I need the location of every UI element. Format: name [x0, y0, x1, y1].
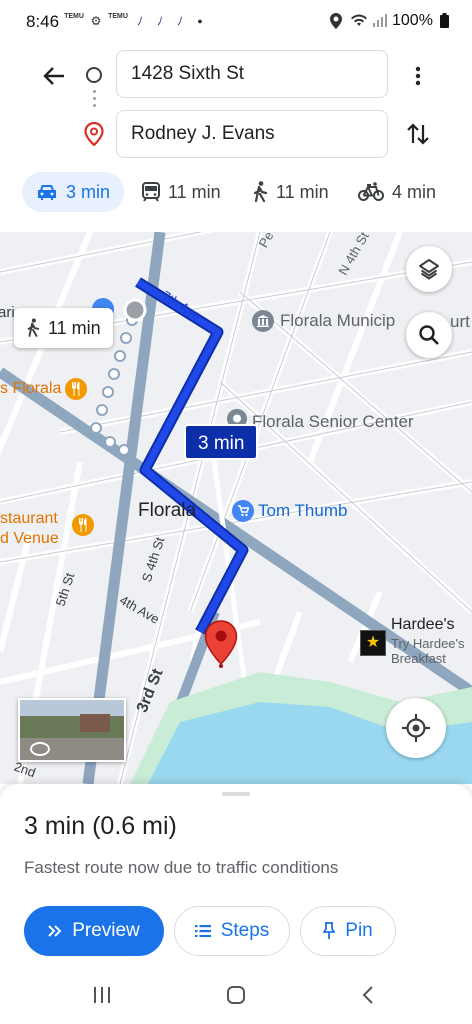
status-time: 8:46	[26, 12, 60, 31]
poi-restaurant-venue[interactable]: staurant d Venue	[0, 510, 59, 548]
swap-button[interactable]	[402, 118, 434, 150]
route-time: 3 min	[24, 812, 86, 840]
mode-cycling-label: 4 min	[392, 182, 437, 202]
origin-input[interactable]: 1428 Sixth St	[116, 50, 388, 98]
origin-dot-icon	[86, 67, 102, 83]
signal-icon	[372, 13, 388, 29]
back-nav-button[interactable]	[348, 980, 388, 1010]
sheet-drag-handle[interactable]	[222, 792, 250, 796]
directions-header: 1428 Sixth St Rodney J. Evans 3 min 11 m…	[0, 44, 472, 232]
town-label-florala: Florala	[138, 500, 197, 521]
wifi-icon	[350, 13, 367, 29]
list-icon	[194, 925, 211, 937]
more-notifications-icon: ●	[197, 16, 203, 26]
double-chevron-icon	[48, 925, 62, 937]
walk-icon	[253, 181, 268, 203]
kite-notification-icon: ﾉ	[136, 14, 143, 28]
route-summary-title: 3 min (0.6 mi)	[24, 812, 177, 841]
mode-cycling-chip[interactable]: 4 min	[358, 172, 436, 212]
pushpin-icon	[323, 922, 336, 939]
shopping-icon	[232, 500, 254, 522]
more-options-button[interactable]	[404, 62, 432, 90]
swap-vert-icon	[407, 123, 429, 145]
search-along-route-button[interactable]	[406, 312, 452, 358]
my-location-icon	[402, 714, 430, 742]
back-button[interactable]	[38, 60, 70, 92]
transit-icon	[142, 182, 160, 202]
street-view-rotate-icon	[30, 742, 50, 756]
mode-driving-label: 3 min	[66, 182, 111, 202]
search-icon	[419, 325, 439, 345]
status-bar: 8:46 TEMU ⚙ TEMU ﾉ ﾉ ﾉ ● 100%	[0, 0, 472, 44]
map-view[interactable]: 7th Ave Pe N 4th St S 4th St 5th St 4th …	[0, 232, 472, 784]
walk-icon	[27, 318, 40, 337]
destination-marker-icon[interactable]	[204, 620, 238, 673]
poi-florala-municipal-tail: urt	[450, 312, 470, 331]
more-vert-icon	[415, 66, 421, 86]
layers-icon	[419, 259, 439, 280]
pin-button[interactable]: Pin	[300, 906, 396, 956]
route-connector-dots	[93, 90, 96, 93]
app-notification-icon: ⚙	[90, 14, 102, 28]
temu-notification-icon: TEMU	[64, 13, 84, 20]
preview-button[interactable]: Preview	[24, 906, 164, 956]
recenter-button[interactable]	[386, 698, 446, 758]
mode-walking-label: 11 min	[276, 182, 329, 202]
back-arrow-icon	[43, 67, 64, 85]
poi-tom-thumb[interactable]: Tom Thumb	[232, 500, 347, 522]
route-start-marker	[123, 298, 147, 322]
municipal-building-icon	[252, 310, 274, 332]
mode-transit-chip[interactable]: 11 min	[142, 172, 221, 212]
walking-duration-badge[interactable]: 11 min	[14, 308, 113, 348]
bike-icon	[358, 182, 384, 201]
battery-level: 100%	[392, 12, 433, 29]
kite-notification-icon-3: ﾉ	[176, 14, 183, 28]
chevron-left-icon	[362, 986, 373, 1004]
recent-apps-button[interactable]	[82, 980, 122, 1010]
layers-button[interactable]	[406, 246, 452, 292]
poi-hardees[interactable]: Hardee's Try Hardee's Breakfast	[391, 616, 465, 666]
restaurant-icon	[65, 378, 88, 400]
battery-icon	[436, 13, 452, 29]
route-duration-badge[interactable]: 3 min	[184, 424, 259, 460]
home-icon	[227, 986, 245, 1004]
mode-transit-label: 11 min	[168, 182, 221, 202]
destination-input[interactable]: Rodney J. Evans	[116, 110, 388, 158]
street-view-thumbnail[interactable]	[18, 698, 126, 762]
mode-driving-chip[interactable]: 3 min	[22, 172, 125, 212]
home-button[interactable]	[216, 980, 256, 1010]
restaurant-icon-2	[72, 514, 94, 536]
steps-button[interactable]: Steps	[174, 906, 290, 956]
temu-notification-icon-2: TEMU	[108, 13, 128, 20]
route-note: Fastest route now due to traffic conditi…	[24, 858, 339, 877]
poi-florala-municipal[interactable]: Florala Municip	[252, 310, 395, 332]
route-distance: (0.6 mi)	[92, 812, 177, 840]
destination-pin-icon	[84, 121, 104, 151]
poi-florala-restaurant[interactable]: s Florala	[0, 378, 88, 400]
location-icon	[328, 13, 344, 29]
mode-walking-chip[interactable]: 11 min	[252, 172, 329, 212]
place-label-ari: ari	[0, 304, 15, 321]
recent-apps-icon	[94, 987, 110, 1003]
kite-notification-icon-2: ﾉ	[156, 14, 163, 28]
car-icon	[38, 185, 56, 200]
hardees-logo-icon: ★	[360, 630, 386, 656]
